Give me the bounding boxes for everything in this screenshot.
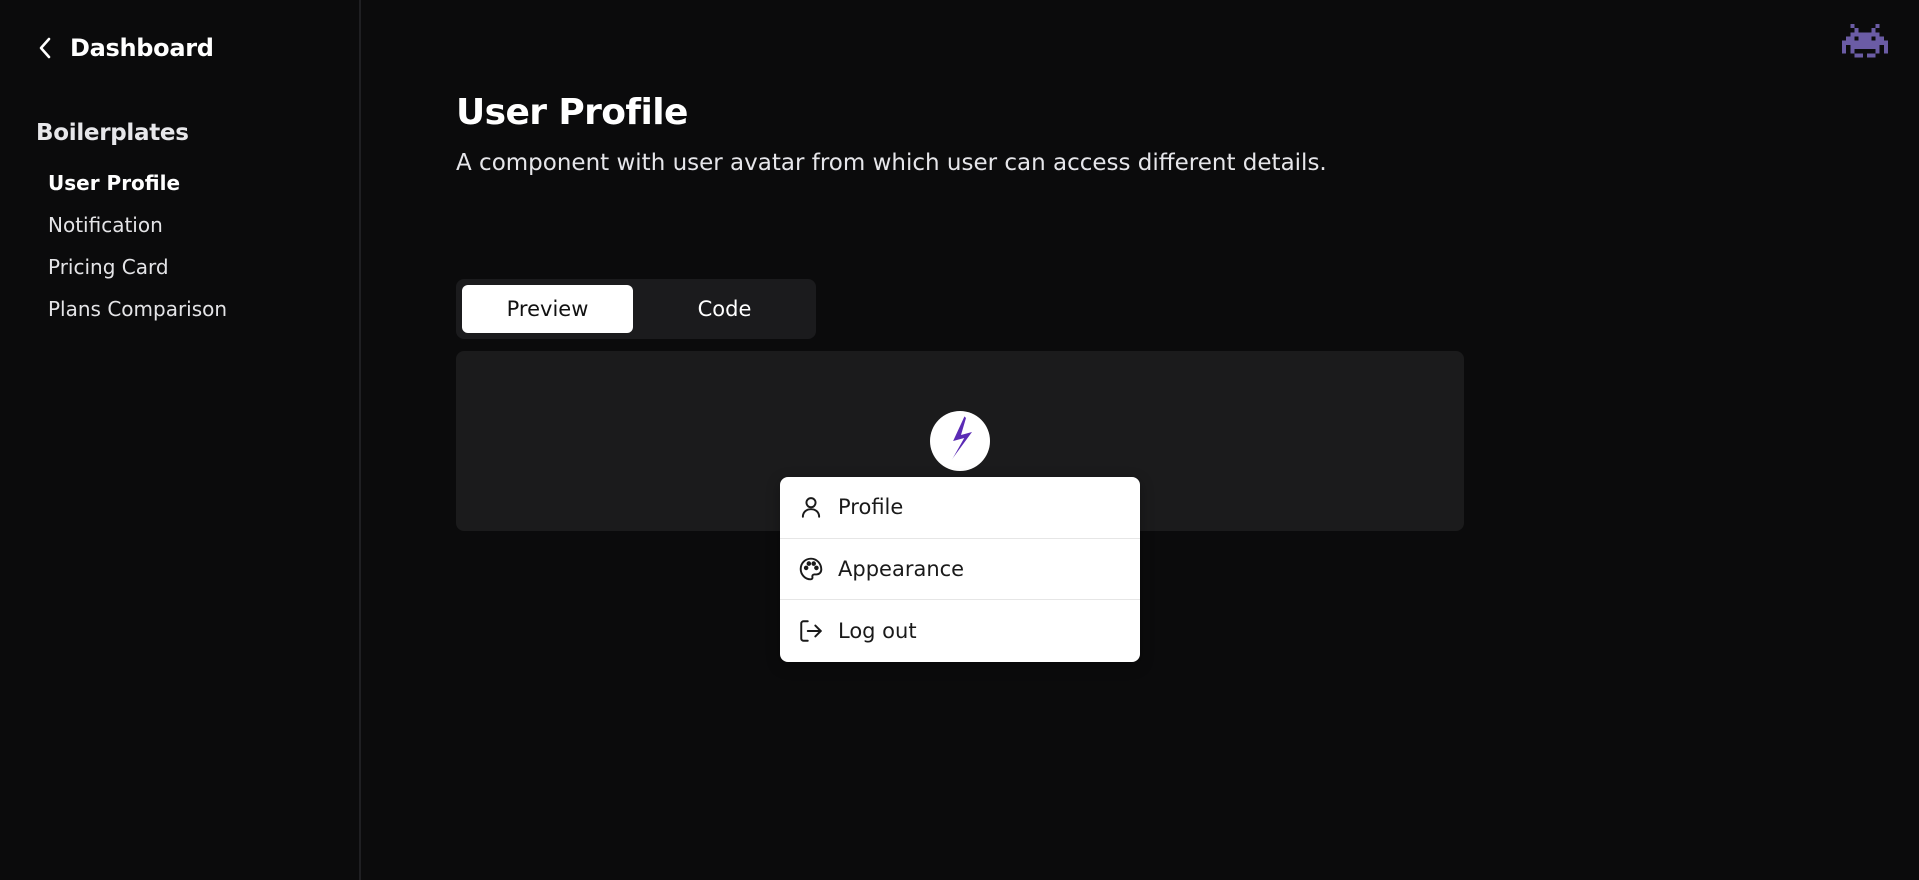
logout-icon xyxy=(798,618,824,644)
sidebar-section-title: Boilerplates xyxy=(36,120,189,146)
lightning-bolt-icon xyxy=(942,414,978,468)
sidebar-item-user-profile[interactable]: User Profile xyxy=(48,168,227,210)
user-avatar-button[interactable] xyxy=(930,411,990,471)
sidebar-item-pricing-card[interactable]: Pricing Card xyxy=(48,252,227,294)
sidebar-item-notification[interactable]: Notification xyxy=(48,210,227,252)
menu-item-logout[interactable]: Log out xyxy=(780,600,1140,662)
user-dropdown-menu: Profile Appearance Log out xyxy=(780,477,1140,662)
palette-icon xyxy=(798,556,824,582)
menu-item-label: Log out xyxy=(838,618,917,643)
menu-item-appearance[interactable]: Appearance xyxy=(780,539,1140,600)
chevron-left-icon xyxy=(38,37,52,59)
tab-preview[interactable]: Preview xyxy=(462,285,633,333)
back-to-dashboard-link[interactable]: Dashboard xyxy=(38,34,214,62)
page-description: A component with user avatar from which … xyxy=(456,150,1327,176)
sidebar-nav: User Profile Notification Pricing Card P… xyxy=(48,168,227,336)
tab-code[interactable]: Code xyxy=(639,285,810,333)
preview-code-tabs: Preview Code xyxy=(456,279,816,339)
sidebar: Dashboard Boilerplates User Profile Noti… xyxy=(0,0,361,880)
menu-item-label: Profile xyxy=(838,495,904,520)
menu-item-profile[interactable]: Profile xyxy=(780,477,1140,539)
page-title: User Profile xyxy=(456,92,688,133)
menu-item-label: Appearance xyxy=(838,556,965,581)
user-icon xyxy=(798,494,824,520)
sidebar-item-plans-comparison[interactable]: Plans Comparison xyxy=(48,294,227,336)
space-invader-icon[interactable] xyxy=(1842,24,1888,70)
back-link-label: Dashboard xyxy=(70,34,214,62)
